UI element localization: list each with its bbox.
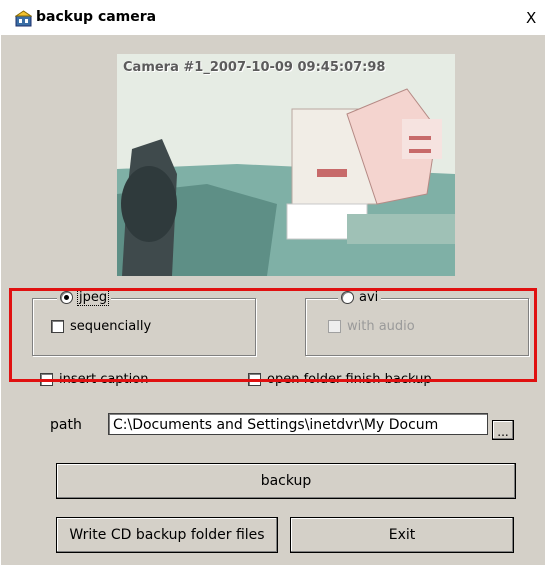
exit-button[interactable]: Exit [290, 517, 514, 553]
path-label: path [50, 417, 82, 433]
title-bar[interactable]: backup camera X [0, 0, 545, 35]
camera-caption: Camera #1_2007-10-09 09:45:07:98 [123, 60, 386, 75]
window-title: backup camera [36, 9, 157, 25]
camera-frame-image [117, 54, 455, 276]
app-icon [15, 10, 32, 27]
camera-preview: Camera #1_2007-10-09 09:45:07:98 [117, 54, 455, 276]
write-cd-button[interactable]: Write CD backup folder files [56, 517, 278, 553]
backup-camera-window: backup camera X Camera #1_2007-10-09 09:… [0, 0, 545, 565]
backup-button[interactable]: backup [56, 463, 516, 499]
path-input[interactable]: C:\Documents and Settings\inetdvr\My Doc… [108, 413, 488, 435]
browse-button[interactable]: ... [492, 420, 514, 440]
close-icon[interactable]: X [526, 9, 536, 27]
red-highlight-frame [9, 288, 537, 382]
